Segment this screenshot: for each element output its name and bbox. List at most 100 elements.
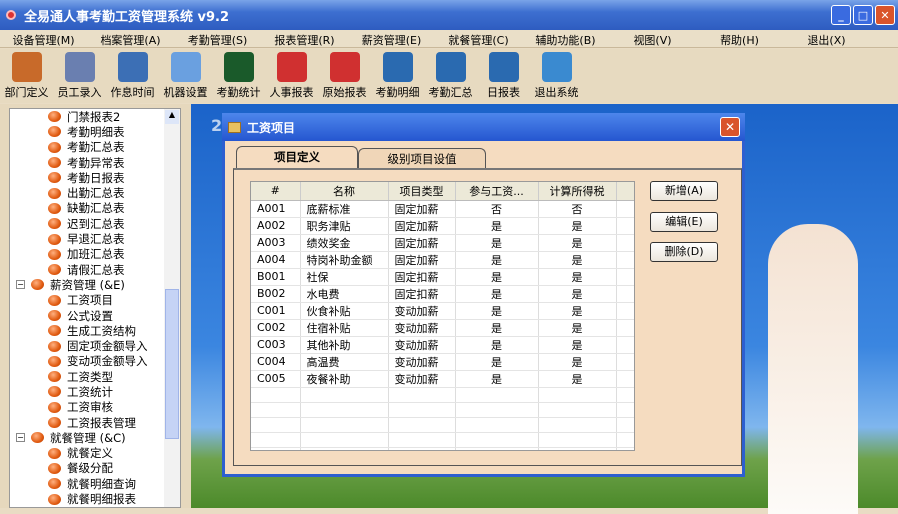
table-row[interactable]: C002 住宿补贴 变动加薪是是 xyxy=(251,319,634,337)
table-cell: 住宿补贴 xyxy=(300,319,389,337)
tree-scrollbar[interactable]: ▲ xyxy=(164,109,180,507)
tree-item[interactable]: 考勤明细表 xyxy=(10,124,180,139)
toolbar-button-label: 考勤汇总 xyxy=(428,86,473,99)
toolbar-button[interactable]: 考勤统计 xyxy=(212,49,265,103)
column-header-in-salary[interactable]: 参与工资... xyxy=(455,182,539,201)
table-row[interactable]: B001 社保 固定扣薪是是 xyxy=(251,268,634,286)
toolbar-button[interactable]: 员工录入 xyxy=(53,49,106,103)
tree-item[interactable]: 固定项金额导入 xyxy=(10,338,180,353)
tree-item[interactable]: 考勤日报表 xyxy=(10,170,180,185)
toolbar-button[interactable]: 机器设置 xyxy=(159,49,212,103)
table-row[interactable]: C004 高温费 变动加薪是是 xyxy=(251,353,634,371)
toolbar-button[interactable]: 退出系统 xyxy=(530,49,583,103)
dialog-title-bar: 工资项目 ✕ xyxy=(222,113,745,141)
table-row[interactable]: B002 水电费 固定扣薪是是 xyxy=(251,285,634,303)
folder-icon xyxy=(228,121,241,133)
empty-cell xyxy=(300,387,389,403)
tree-item[interactable]: 考勤汇总表 xyxy=(10,140,180,155)
tree-item[interactable]: 餐级分配 xyxy=(10,461,180,476)
menu-item[interactable]: 就餐管理(C) xyxy=(435,30,522,47)
menu-item[interactable]: 薪资管理(E) xyxy=(348,30,435,47)
tree-item[interactable]: 工资报表管理 xyxy=(10,415,180,430)
toolbar-button[interactable]: 考勤汇总 xyxy=(424,49,477,103)
orange-ball-icon xyxy=(31,432,44,444)
tree-item[interactable]: 缺勤汇总表 xyxy=(10,201,180,216)
orange-ball-icon xyxy=(48,371,61,383)
toolbar-button[interactable]: 部门定义 xyxy=(0,49,53,103)
tree-item[interactable]: 早退汇总表 xyxy=(10,231,180,246)
toolbar-button[interactable]: 作息时间 xyxy=(106,49,159,103)
maximize-button[interactable]: □ xyxy=(853,5,873,25)
tree-group[interactable]: − 薪资管理 (&E) xyxy=(10,277,180,292)
tree-item[interactable]: 迟到汇总表 xyxy=(10,216,180,231)
minimize-button[interactable]: _ xyxy=(831,5,851,25)
table-row[interactable]: A004 特岗补助金额 固定加薪是是 xyxy=(251,251,634,269)
delete-button[interactable]: 删除(D) xyxy=(650,242,718,262)
menu-item[interactable]: 设备管理(M) xyxy=(0,30,87,47)
column-header-type[interactable]: 项目类型 xyxy=(388,182,456,201)
collapse-icon[interactable]: − xyxy=(16,280,25,290)
tree-item[interactable]: 变动项金额导入 xyxy=(10,354,180,369)
table-row[interactable]: C001 伙食补贴 变动加薪是是 xyxy=(251,302,634,320)
toolbar-button[interactable]: 考勤明细 xyxy=(371,49,424,103)
tree-item[interactable]: 工资项目 xyxy=(10,293,180,308)
tab-item-definition[interactable]: 项目定义 xyxy=(236,146,358,168)
tree-group[interactable]: − 就餐管理 (&C) xyxy=(10,430,180,445)
menu-item[interactable]: 考勤管理(S) xyxy=(174,30,261,47)
tree-item[interactable]: 加班汇总表 xyxy=(10,247,180,262)
scroll-up-icon[interactable]: ▲ xyxy=(165,110,179,124)
table-row[interactable]: A003 绩效奖金 固定加薪是是 xyxy=(251,234,634,252)
table-row[interactable]: A001 底薪标准 固定加薪否否 xyxy=(251,200,634,218)
tree-item-label: 就餐明细查询 xyxy=(67,476,136,491)
tree-item[interactable]: 考勤异常表 xyxy=(10,155,180,170)
table-row[interactable]: C005 夜餐补助 变动加薪是是 xyxy=(251,370,634,388)
menu-item[interactable]: 辅助功能(B) xyxy=(522,30,609,47)
tree-item[interactable]: 出勤汇总表 xyxy=(10,185,180,200)
dialog-close-button[interactable]: ✕ xyxy=(720,117,740,137)
toolbar-button[interactable]: 原始报表 xyxy=(318,49,371,103)
tree-item[interactable]: 工资统计 xyxy=(10,384,180,399)
tree-item-label: 就餐明细报表 xyxy=(67,492,136,507)
menu-item[interactable]: 帮助(H) xyxy=(696,30,783,47)
tree-item[interactable]: 就餐明细查询 xyxy=(10,476,180,491)
table-cell: 变动加薪 xyxy=(388,353,456,371)
menu-item[interactable]: 视图(V) xyxy=(609,30,696,47)
tree-item[interactable]: 门禁报表2 xyxy=(10,109,180,124)
table-row[interactable]: A002 职务津贴 固定加薪是是 xyxy=(251,217,634,235)
column-header-name[interactable]: 名称 xyxy=(300,182,389,201)
edit-button[interactable]: 编辑(E) xyxy=(650,212,718,232)
menu-bar: 设备管理(M) 档案管理(A) 考勤管理(S) 报表管理(R) 薪资管理(E) 就餐管理(… xyxy=(0,30,898,48)
toolbar-button[interactable]: 日报表 xyxy=(477,49,530,103)
tree-item[interactable]: 请假汇总表 xyxy=(10,262,180,277)
collapse-icon[interactable]: − xyxy=(16,433,25,443)
background-figure xyxy=(768,224,858,514)
tree-item[interactable]: 生成工资结构 xyxy=(10,323,180,338)
close-button[interactable]: ✕ xyxy=(875,5,895,25)
column-header-id[interactable]: # xyxy=(251,182,301,201)
tree-item[interactable]: 就餐定义 xyxy=(10,446,180,461)
tree-item-label: 考勤异常表 xyxy=(67,155,125,170)
tree-item[interactable]: 工资审核 xyxy=(10,400,180,415)
tree-item-label: 考勤汇总表 xyxy=(67,140,125,155)
orange-ball-icon xyxy=(48,447,61,459)
add-button[interactable]: 新增(A) xyxy=(650,181,718,201)
menu-item[interactable]: 报表管理(R) xyxy=(261,30,348,47)
empty-row xyxy=(251,447,634,450)
column-header-tax[interactable]: 计算所得税 xyxy=(538,182,617,201)
orange-ball-icon xyxy=(31,279,44,291)
toolbar-button[interactable]: 人事报表 xyxy=(265,49,318,103)
menu-item[interactable]: 档案管理(A) xyxy=(87,30,174,47)
scroll-thumb[interactable] xyxy=(165,289,179,439)
tree-item[interactable]: 工资类型 xyxy=(10,369,180,384)
computer-icon xyxy=(170,52,201,82)
menu-item[interactable]: 退出(X) xyxy=(783,30,870,47)
table-cell: 是 xyxy=(455,319,539,337)
users-icon xyxy=(11,52,42,82)
table-row[interactable]: C003 其他补助 变动加薪是是 xyxy=(251,336,634,354)
tree-item[interactable]: 就餐明细报表 xyxy=(10,491,180,506)
table-cell: A003 xyxy=(251,234,301,252)
report-t-icon xyxy=(382,52,413,82)
tab-level-item-values[interactable]: 级别项目设值 xyxy=(358,148,486,168)
tree-item[interactable]: 公式设置 xyxy=(10,308,180,323)
toolbar-button-label: 人事报表 xyxy=(269,86,314,99)
